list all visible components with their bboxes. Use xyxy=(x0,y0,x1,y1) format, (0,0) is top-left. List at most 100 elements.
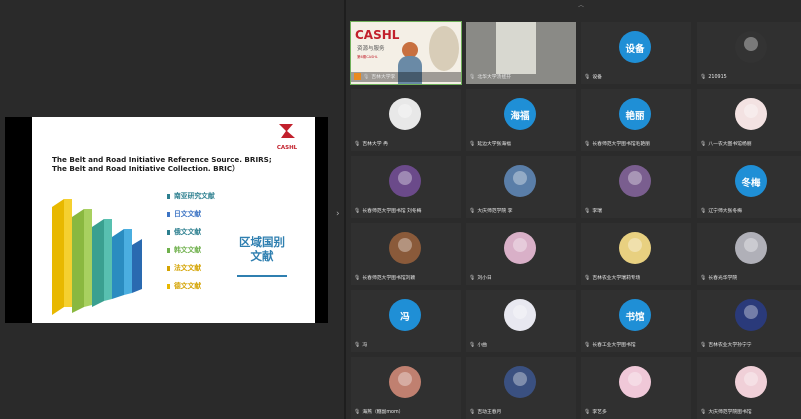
mic-muted-icon: 🎙 xyxy=(469,409,476,415)
bullet-icon xyxy=(167,193,170,199)
decorative-pattern xyxy=(429,26,459,71)
shared-screen-frame: CASHL The Belt and Road Initiative Refer… xyxy=(5,117,328,323)
avatar-image xyxy=(744,238,758,252)
avatar: 冯 xyxy=(389,299,421,331)
avatar-image xyxy=(628,238,642,252)
tile-brand-text: CASHL xyxy=(355,28,400,42)
chevron-up-icon[interactable]: ︿ xyxy=(578,0,584,9)
video-tile[interactable]: 冯 🎙 冯 xyxy=(351,290,461,352)
video-tile-active-speaker[interactable]: CASHL 资源与服务 第6期CASHL 🎙 吉林大学李 xyxy=(350,21,462,85)
mic-muted-icon: 🎙 xyxy=(584,409,591,415)
video-tile[interactable]: 书馆 🎙 长春工业大学图书馆 xyxy=(581,290,691,352)
avatar-image xyxy=(513,372,527,386)
video-tile[interactable]: 🎙 海燕（糖副mom） xyxy=(351,357,461,419)
panel-divider[interactable] xyxy=(344,0,346,419)
participant-name: 设备 xyxy=(592,75,602,80)
video-tile[interactable]: 🎙 李艺多 xyxy=(581,357,691,419)
tile-label: 🎙 设备 xyxy=(584,72,689,82)
tile-label: 🎙 海燕（糖副mom） xyxy=(354,407,459,417)
list-item-label: 日文文献 xyxy=(174,210,202,218)
mic-muted-icon: 🎙 xyxy=(354,409,361,415)
slide-title-line-2: The Belt and Road Initiative Collection.… xyxy=(52,164,240,173)
video-tile[interactable]: 🎙 长春师范大学图书馆 刘冬梅 xyxy=(351,156,461,218)
participant-name: 吉林大学 冉 xyxy=(362,142,388,147)
avatar xyxy=(735,98,767,130)
video-tile[interactable]: 设备 🎙 设备 xyxy=(581,22,691,84)
tile-brand-small: 第6期CASHL xyxy=(357,55,378,59)
mic-muted-icon: 🎙 xyxy=(700,409,707,415)
mic-muted-icon: 🎙 xyxy=(469,208,476,214)
tile-label: 🎙 长春工业大学图书馆 xyxy=(584,340,689,350)
mic-muted-icon: 🎙 xyxy=(700,74,707,80)
video-tile[interactable]: 🎙 八一农大图书馆杨丽 xyxy=(697,89,801,151)
video-tile[interactable]: 🎙 吉动王春月 xyxy=(466,357,576,419)
bullet-icon xyxy=(167,247,170,253)
list-item: 法文文献 xyxy=(167,263,215,281)
mic-muted-icon: 🎙 xyxy=(584,342,591,348)
mic-muted-icon: 🎙 xyxy=(584,74,591,80)
video-tile[interactable]: 艳丽 🎙 长春师范大学图书馆毛艳丽 xyxy=(581,89,691,151)
video-tile[interactable]: 冬梅 🎙 辽宁师大张冬梅 xyxy=(697,156,801,218)
video-tile[interactable]: 🎙 大庆师范学院图书馆 xyxy=(697,357,801,419)
mic-muted-icon: 🎙 xyxy=(469,141,476,147)
slide-title-line-1: The Belt and Road Initiative Reference S… xyxy=(52,155,272,164)
cashl-logo: CASHL xyxy=(267,122,307,151)
bullet-icon xyxy=(167,283,170,289)
video-tile[interactable]: 🎙 小曲 xyxy=(466,290,576,352)
region-underline xyxy=(237,275,287,277)
tile-label: 🎙 吉林大学李 xyxy=(351,72,461,82)
avatar: 书馆 xyxy=(619,299,651,331)
tile-label: 🎙 长春师范大学图书馆刘颖 xyxy=(354,273,459,283)
collapse-panel-chevron-icon[interactable]: › xyxy=(336,209,340,219)
tile-label: 🎙 长春师范大学图书馆毛艳丽 xyxy=(584,139,689,149)
shared-screen-area: CASHL The Belt and Road Initiative Refer… xyxy=(0,0,344,419)
participant-name: 北华大学汤拯芬 xyxy=(477,75,511,80)
mic-muted-icon: 🎙 xyxy=(700,342,707,348)
avatar-image xyxy=(628,372,642,386)
tile-label: 🎙 吉林农业大学孙宁宁 xyxy=(700,340,801,350)
mic-muted-icon: 🎙 xyxy=(354,275,361,281)
video-tile[interactable]: 🎙 北华大学汤拯芬 xyxy=(466,22,576,84)
list-item-label: 俄文文献 xyxy=(174,228,202,236)
participant-name: 长春师范大学图书馆毛艳丽 xyxy=(592,142,650,147)
participant-name: 吉动王春月 xyxy=(477,410,502,415)
list-item: 俄文文献 xyxy=(167,227,215,245)
participant-name: 冯 xyxy=(362,343,368,348)
slide-title: The Belt and Road Initiative Reference S… xyxy=(52,155,315,173)
participant-name: 长春师范大学图书馆 刘冬梅 xyxy=(362,209,422,214)
video-tile[interactable]: 🎙 大庆师范学院 李 xyxy=(466,156,576,218)
video-tile[interactable]: 🎙 吉林农业大学孙宁宁 xyxy=(697,290,801,352)
logo-text: CASHL xyxy=(276,145,298,151)
video-tile[interactable]: 🎙 吉林大学 冉 xyxy=(351,89,461,151)
video-tile[interactable]: 🎙 210915 xyxy=(697,22,801,84)
avatar xyxy=(389,232,421,264)
language-list: 南亚研究文献 日文文献 俄文文献 韩文文献 法文文献 德文文献 xyxy=(167,191,215,299)
avatar-image xyxy=(628,171,642,185)
participant-name: 延边大学张海福 xyxy=(477,142,511,147)
video-tile[interactable]: 海福 🎙 延边大学张海福 xyxy=(466,89,576,151)
participant-name: 吉林农业大学孙宁宁 xyxy=(708,343,752,348)
video-tile[interactable]: 🎙 李瑞 xyxy=(581,156,691,218)
mic-muted-icon: 🎙 xyxy=(700,141,707,147)
region-heading-line-2: 文献 xyxy=(250,249,274,263)
video-tile[interactable]: 🎙 吉林农业大学瑞莉专场 xyxy=(581,223,691,285)
avatar-text: 海福 xyxy=(510,111,530,122)
tile-label: 🎙 吉林大学 冉 xyxy=(354,139,459,149)
tile-label: 🎙 大庆师范学院图书馆 xyxy=(700,407,801,417)
video-tile[interactable]: 🎙 长春师范大学图书馆刘颖 xyxy=(351,223,461,285)
avatar-image xyxy=(398,171,412,185)
mic-muted-icon: 🎙 xyxy=(584,141,591,147)
bullet-icon xyxy=(167,229,170,235)
tile-label: 🎙 辽宁师大张冬梅 xyxy=(700,206,801,216)
tile-label: 🎙 大庆师范学院 李 xyxy=(469,206,574,216)
list-item: 日文文献 xyxy=(167,209,215,227)
tile-label: 🎙 冯 xyxy=(354,340,459,350)
video-tile[interactable]: 🎙 刘小日 xyxy=(466,223,576,285)
avatar-image xyxy=(744,104,758,118)
avatar-text: 设备 xyxy=(625,44,645,55)
participant-name: 李艺多 xyxy=(592,410,607,415)
video-tile[interactable]: 🎙 长春光华学院 xyxy=(697,223,801,285)
list-item: 南亚研究文献 xyxy=(167,191,215,209)
participant-name: 吉林大学李 xyxy=(371,75,396,80)
mic-muted-icon: 🎙 xyxy=(469,74,476,80)
